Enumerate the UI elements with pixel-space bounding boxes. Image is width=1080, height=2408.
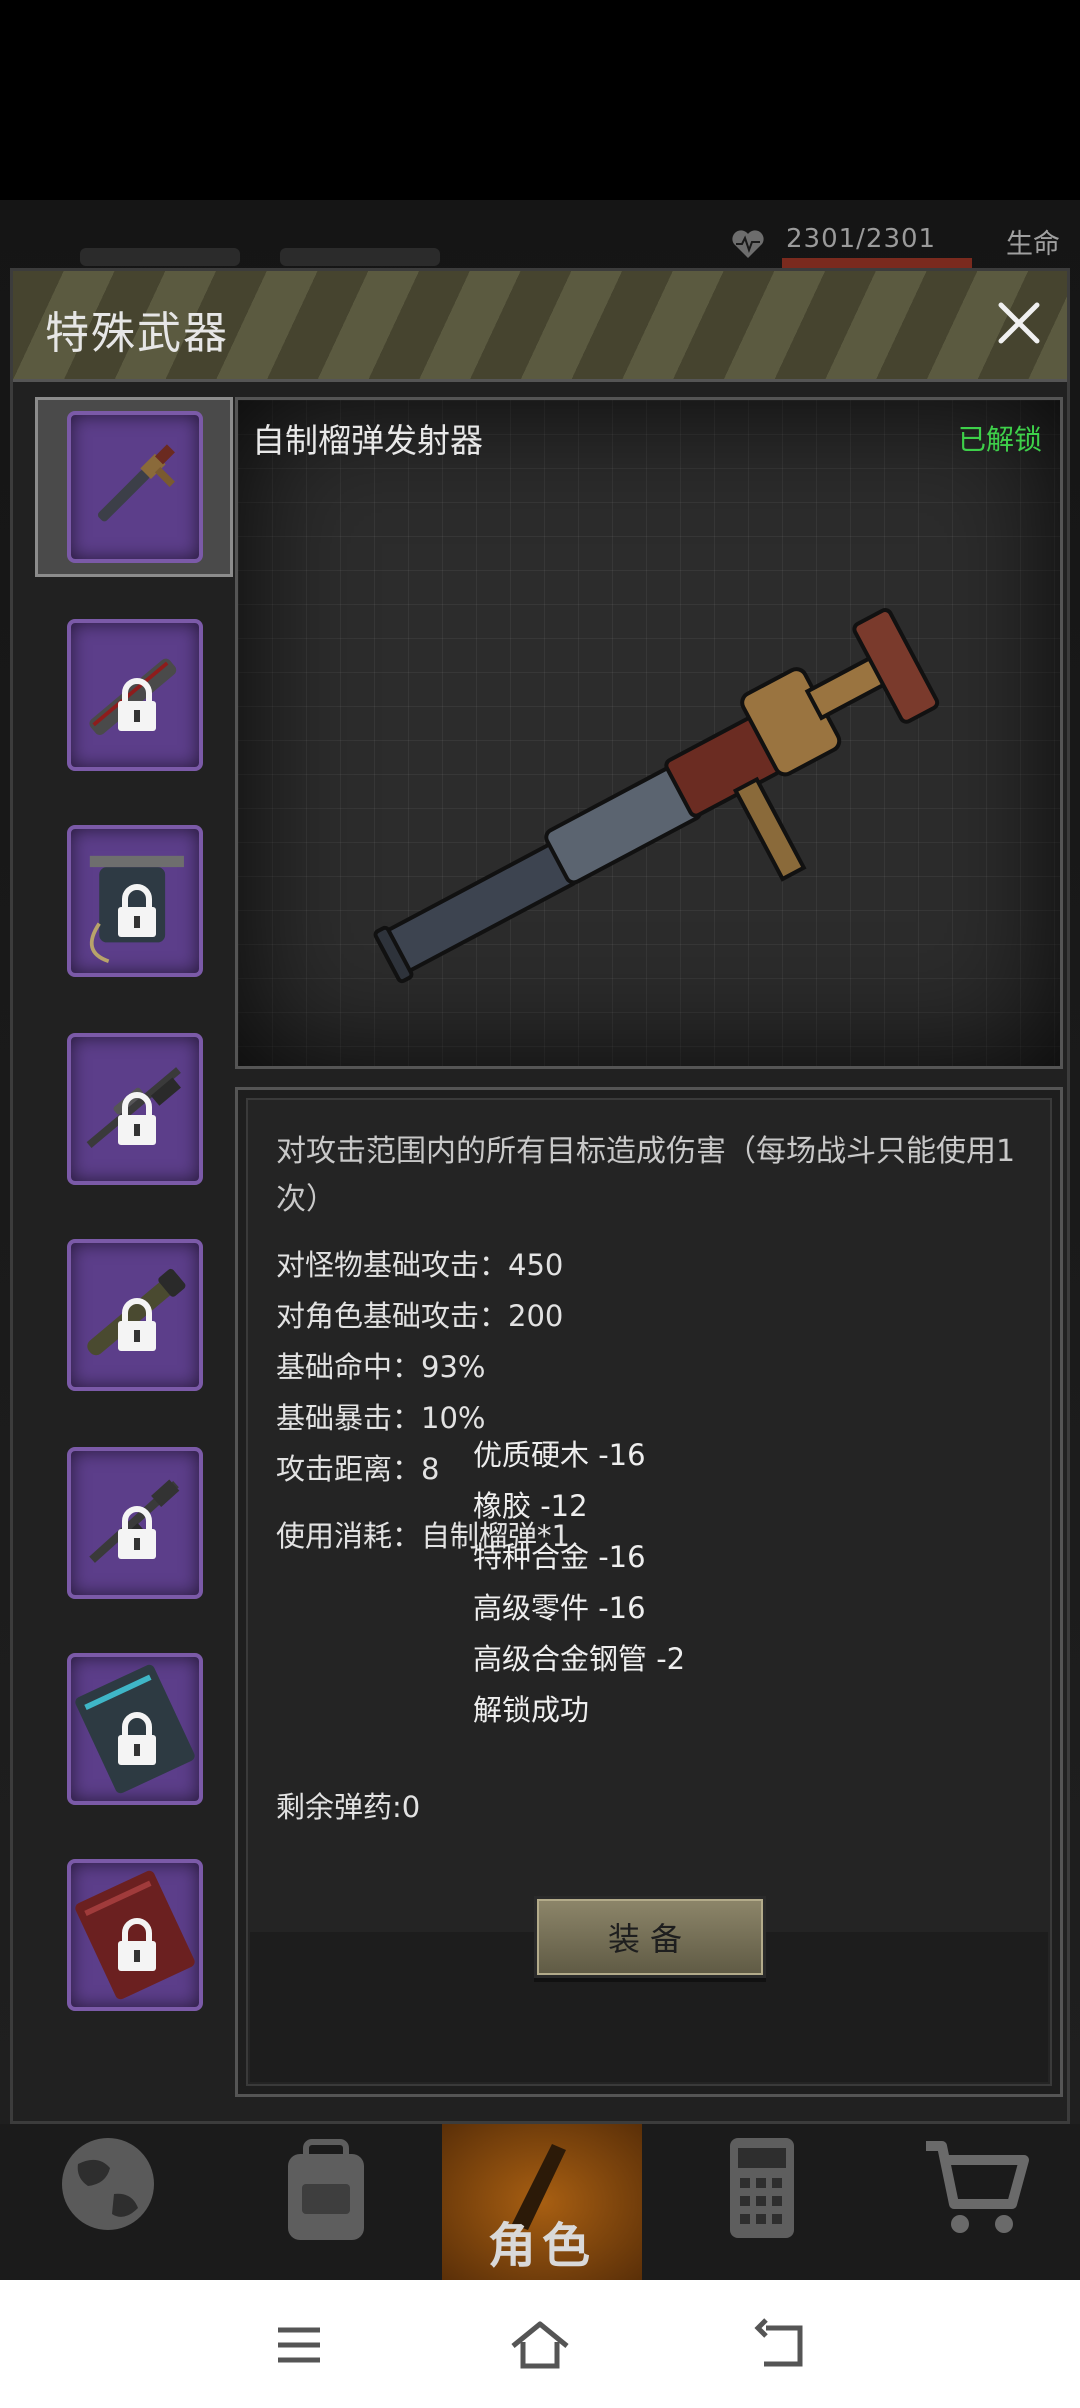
hp-text: 2301/2301 (786, 224, 937, 254)
hud-bar-decoration (80, 248, 240, 266)
stat-monster-attack: 对怪物基础攻击：450 (276, 1248, 564, 1282)
grenade-launcher-image (373, 608, 940, 984)
toast-line: 优质硬木 -16 (473, 1438, 646, 1472)
back-icon[interactable] (746, 2310, 816, 2380)
weapon-name: 自制榴弹发射器 (252, 421, 483, 460)
toast-line: 橡胶 -12 (473, 1489, 588, 1523)
weapon-slot-grenade-launcher[interactable] (67, 411, 203, 563)
globe-icon (62, 2138, 154, 2230)
remaining-ammo: 剩余弹药:0 (276, 1790, 421, 1824)
nav-character[interactable]: 角色 (442, 2124, 642, 2280)
lock-icon (118, 1298, 156, 1351)
special-weapons-modal: 特殊武器 自制榴弹发射器 已解锁 对攻击范围内的所有目标造成伤害（每场战斗只能使… (10, 268, 1070, 2124)
weapon-list (27, 397, 235, 2117)
info-inner: 对攻击范围内的所有目标造成伤害（每场战斗只能使用1次） 对怪物基础攻击：450 … (246, 1098, 1052, 2086)
unlock-toast: 优质硬木 -16 橡胶 -12 特种合金 -16 高级零件 -16 高级合金钢管… (473, 1430, 685, 1736)
stat-hit-rate: 基础命中：93% (276, 1350, 486, 1384)
weapon-preview: 自制榴弹发射器 已解锁 (235, 397, 1063, 1069)
menu-icon[interactable] (264, 2310, 334, 2380)
cart-icon (926, 2141, 1029, 2233)
calculator-icon (730, 2138, 794, 2238)
hp-bar (782, 258, 972, 268)
stat-character-attack: 对角色基础攻击：200 (276, 1299, 564, 1333)
hud-bar-decoration (280, 248, 440, 266)
nav-shop[interactable] (876, 2124, 1076, 2280)
weapon-slot-tech-case[interactable] (67, 1653, 203, 1805)
lock-icon (118, 1506, 156, 1559)
weapon-slot-assault-rifle[interactable] (67, 1447, 203, 1599)
lock-icon (118, 678, 156, 731)
lock-icon (118, 1918, 156, 1971)
weapon-description: 对攻击范围内的所有目标造成伤害（每场战斗只能使用1次） (276, 1134, 1016, 1217)
toast-line: 特种合金 -16 (473, 1540, 646, 1574)
toast-line: 高级合金钢管 -2 (473, 1642, 686, 1676)
weapon-slot-rocket-launcher[interactable] (67, 1239, 203, 1391)
toast-line: 解锁成功 (473, 1693, 590, 1727)
game-bottom-nav: 角色 (0, 2124, 1080, 2280)
unlock-status: 已解锁 (957, 423, 1042, 456)
modal-title-bar: 特殊武器 (13, 271, 1067, 382)
backpack-icon (288, 2139, 364, 2240)
nav-backpack[interactable] (226, 2124, 426, 2280)
toast-line: 高级零件 -16 (473, 1591, 646, 1625)
grenade-launcher-icon (97, 444, 175, 522)
system-nav-bar (0, 2280, 1080, 2408)
lock-icon (118, 884, 156, 937)
weapon-slot-red-case[interactable] (67, 1859, 203, 2011)
lock-icon (118, 1712, 156, 1765)
weapon-slot-flamethrower[interactable] (67, 825, 203, 977)
heart-icon (732, 230, 764, 258)
weapon-slot-sniper-rifle[interactable] (67, 1033, 203, 1185)
nav-map[interactable] (8, 2124, 208, 2280)
modal-title: 特殊武器 (45, 308, 229, 359)
weapon-info-panel: 对攻击范围内的所有目标造成伤害（每场战斗只能使用1次） 对怪物基础攻击：450 … (235, 1087, 1063, 2097)
equip-button[interactable]: 装备 (534, 1896, 766, 1978)
lock-icon (118, 1092, 156, 1145)
nav-character-label: 角色 (487, 2218, 596, 2274)
weapon-slot-chainsaw[interactable] (67, 619, 203, 771)
close-icon[interactable] (989, 293, 1049, 353)
screen: 2301/2301 生命 特殊武器 自制榴弹发射器 已解锁 对攻击范围内的所有目… (0, 0, 1080, 2408)
nav-calculator[interactable] (660, 2124, 860, 2280)
health-display: 2301/2301 生命 (730, 222, 1060, 268)
home-icon[interactable] (505, 2310, 575, 2380)
life-label: 生命 (1006, 229, 1060, 260)
